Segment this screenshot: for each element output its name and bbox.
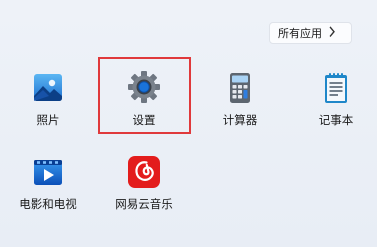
start-menu-pinned-panel: 所有应用 照片 设置 计算器 记事本 电影和电视 网易云音乐 [0, 0, 377, 247]
notepad-icon [318, 70, 354, 106]
app-label-movies-tv: 电影和电视 [19, 197, 77, 211]
app-tile-photos[interactable]: 照片 [14, 56, 82, 132]
all-apps-button[interactable]: 所有应用 [269, 22, 352, 44]
app-tile-notepad[interactable]: 记事本 [302, 56, 370, 132]
app-label-photos: 照片 [36, 113, 60, 127]
movies-tv-icon [30, 154, 66, 190]
photos-icon [30, 70, 66, 106]
app-tile-netease-music[interactable]: 网易云音乐 [110, 140, 178, 216]
app-label-calculator: 计算器 [222, 113, 258, 127]
chevron-right-icon [328, 25, 336, 41]
app-tile-calculator[interactable]: 计算器 [206, 56, 274, 132]
all-apps-label: 所有应用 [278, 27, 322, 40]
settings-highlight-box [98, 57, 191, 134]
app-label-netease-music: 网易云音乐 [115, 197, 173, 211]
calculator-icon [222, 70, 258, 106]
app-label-notepad: 记事本 [318, 113, 354, 127]
netease-music-icon [126, 154, 162, 190]
app-tile-movies-tv[interactable]: 电影和电视 [14, 140, 82, 216]
